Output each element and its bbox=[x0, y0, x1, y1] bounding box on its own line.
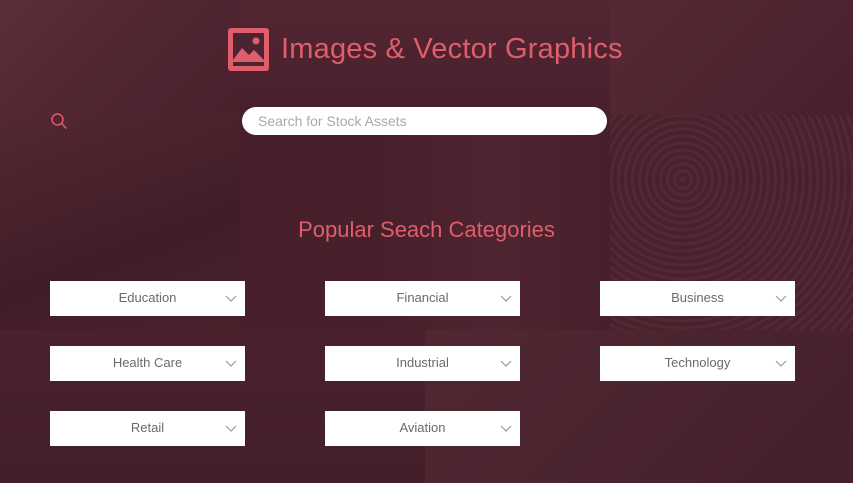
chevron-down-icon bbox=[500, 425, 512, 432]
dropdown-label: Retail bbox=[130, 420, 165, 435]
chevron-down-icon bbox=[225, 295, 237, 302]
dropdown-label: Financial bbox=[396, 290, 449, 305]
chevron-down-icon bbox=[225, 360, 237, 367]
brand-header: Images & Vector Graphics bbox=[228, 28, 623, 71]
image-icon bbox=[228, 28, 269, 71]
dropdown-label: Business bbox=[671, 290, 724, 305]
category-dropdown-technology[interactable]: Technology bbox=[600, 346, 795, 381]
page-title: Images & Vector Graphics bbox=[281, 33, 623, 65]
dropdown-label: Industrial bbox=[396, 355, 449, 370]
category-dropdown-retail[interactable]: Retail bbox=[50, 411, 245, 446]
dropdown-label: Health Care bbox=[112, 355, 183, 370]
category-dropdown-health-care[interactable]: Health Care bbox=[50, 346, 245, 381]
search-icon[interactable] bbox=[50, 112, 68, 130]
chevron-down-icon bbox=[775, 295, 787, 302]
category-dropdown-business[interactable]: Business bbox=[600, 281, 795, 316]
category-dropdown-aviation[interactable]: Aviation bbox=[325, 411, 520, 446]
category-dropdown-financial[interactable]: Financial bbox=[325, 281, 520, 316]
chevron-down-icon bbox=[775, 360, 787, 367]
chevron-down-icon bbox=[500, 360, 512, 367]
dropdown-label: Technology bbox=[664, 355, 731, 370]
search-input[interactable] bbox=[242, 107, 607, 135]
category-dropdown-education[interactable]: Education bbox=[50, 281, 245, 316]
dropdown-label: Education bbox=[118, 290, 177, 305]
chevron-down-icon bbox=[225, 425, 237, 432]
chevron-down-icon bbox=[500, 295, 512, 302]
dropdown-label: Aviation bbox=[399, 420, 446, 435]
category-dropdown-industrial[interactable]: Industrial bbox=[325, 346, 520, 381]
categories-heading: Popular Seach Categories bbox=[298, 217, 555, 242]
